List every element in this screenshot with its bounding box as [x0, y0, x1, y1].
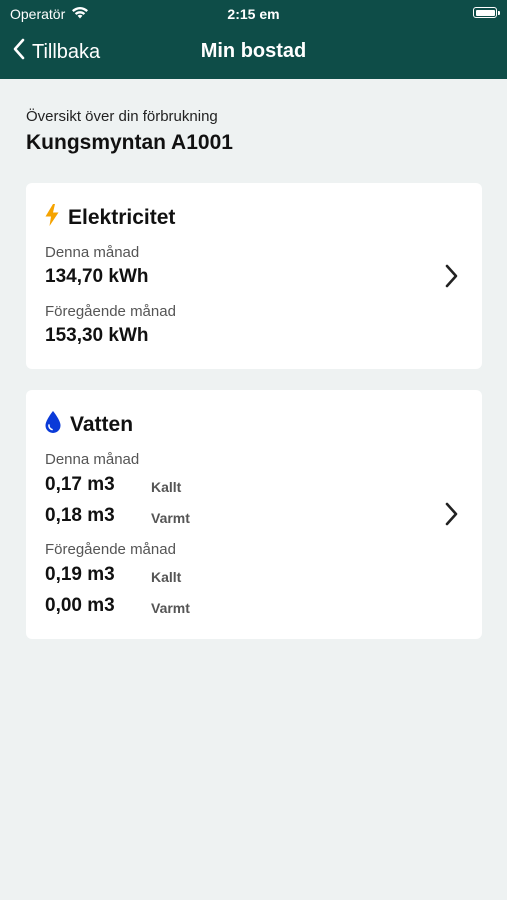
page-title: Min bostad — [200, 40, 307, 62]
status-bar: Operatör 2:15 em — [0, 0, 507, 28]
water-current-cold-value: 0,17 m3 — [45, 474, 115, 495]
water-current-cold-tag: Kallt — [151, 479, 182, 495]
header-bar: Operatör 2:15 em Tillbaka Min bostad — [0, 0, 507, 79]
chevron-right-icon — [444, 264, 458, 293]
battery-icon — [473, 7, 500, 18]
status-time: 2:15 em — [227, 6, 280, 22]
overview-section: Översikt över din förbrukning Kungsmynta… — [26, 108, 233, 155]
nav-bar: Tillbaka Min bostad — [0, 30, 507, 76]
electricity-current-label: Denna månad — [45, 244, 140, 261]
electricity-header: Elektricitet — [44, 203, 175, 232]
electricity-previous-label: Föregående månad — [45, 303, 176, 320]
overview-subtitle: Översikt över din förbrukning — [26, 108, 218, 125]
bolt-icon — [44, 203, 60, 232]
water-header: Vatten — [44, 410, 133, 439]
water-current-warm-tag: Varmt — [151, 510, 190, 526]
chevron-right-icon — [444, 502, 458, 531]
electricity-current-value: 134,70 kWh — [45, 266, 149, 287]
water-previous-label: Föregående månad — [45, 541, 176, 558]
water-previous-warm-tag: Varmt — [151, 600, 190, 616]
water-current-warm-value: 0,18 m3 — [45, 505, 115, 526]
water-card[interactable]: Vatten Denna månad 0,17 m3 Kallt 0,18 m3… — [26, 390, 482, 639]
water-previous-cold-value: 0,19 m3 — [45, 564, 115, 585]
electricity-title: Elektricitet — [68, 205, 176, 229]
property-name: Kungsmyntan A1001 — [26, 131, 233, 154]
water-drop-icon — [44, 410, 62, 439]
water-title: Vatten — [70, 412, 134, 436]
water-current-label: Denna månad — [45, 451, 140, 468]
electricity-previous-value: 153,30 kWh — [45, 325, 149, 346]
water-previous-cold-tag: Kallt — [151, 569, 182, 585]
water-previous-warm-value: 0,00 m3 — [45, 595, 115, 616]
electricity-card[interactable]: Elektricitet Denna månad 134,70 kWh Före… — [26, 183, 482, 369]
